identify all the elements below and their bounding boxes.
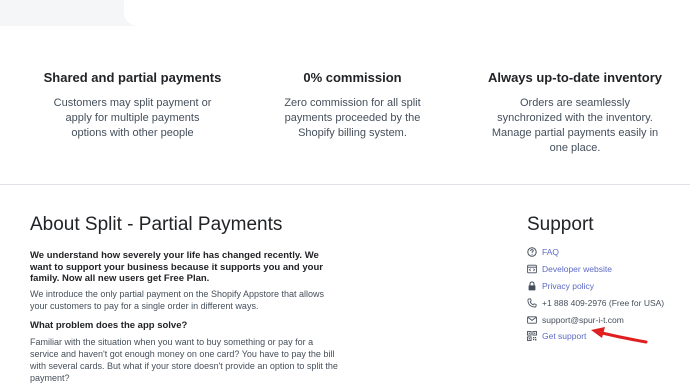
feature-line: apply for multiple payments <box>65 112 200 124</box>
feature-line: Shopify billing system. <box>298 127 407 139</box>
qr-code-icon <box>527 331 537 342</box>
phone-number: +1 888 409-2976 (Free for USA) <box>542 297 665 308</box>
feature-inventory: Always up-to-date inventory Orders are s… <box>470 70 680 156</box>
code-window-icon <box>527 264 537 274</box>
feature-line: Orders are seamlessly <box>519 97 631 109</box>
mail-icon <box>527 315 537 325</box>
top-strip-corner <box>0 0 124 26</box>
support-item-phone: +1 888 409-2976 (Free for USA) <box>527 294 664 311</box>
about-paragraph: We introduce the only partial payment on… <box>30 289 325 311</box>
developer-website-link[interactable]: Developer website <box>542 264 612 274</box>
feature-title: Always up-to-date inventory <box>487 70 663 85</box>
top-strip <box>0 0 690 26</box>
feature-line: Zero commission for all split <box>284 97 421 109</box>
feature-shared-payments: Shared and partial payments Customers ma… <box>30 70 235 141</box>
feature-commission: 0% commission Zero commission for all sp… <box>250 70 455 141</box>
feature-description: Zero commission for all split payments p… <box>250 96 455 141</box>
about-question: What problem does the app solve? <box>30 320 188 331</box>
feature-line: synchronized with the inventory. <box>497 112 653 124</box>
support-item-developer[interactable]: Developer website <box>527 261 664 278</box>
feature-line: Customers may split payment or <box>53 97 212 109</box>
question-circle-icon <box>527 247 537 258</box>
support-item-privacy[interactable]: Privacy policy <box>527 278 664 295</box>
phone-icon <box>527 298 537 308</box>
section-divider <box>0 184 690 185</box>
feature-description: Customers may split payment or apply for… <box>30 96 235 141</box>
feature-description: Orders are seamlessly synchronized with … <box>470 96 680 156</box>
feature-line: payments proceeded by the <box>284 112 421 124</box>
support-title: Support <box>527 214 594 235</box>
about-paragraph-2: Familiar with the situation when you wan… <box>30 337 338 383</box>
red-arrow-annotation <box>591 327 648 344</box>
about-title: About Split - Partial Payments <box>30 214 283 235</box>
feature-line: Manage partial payments easily in <box>491 127 659 139</box>
feature-title: Shared and partial payments <box>43 70 222 85</box>
lock-icon <box>527 281 537 291</box>
top-strip-white <box>124 0 690 26</box>
faq-link[interactable]: FAQ <box>542 247 559 257</box>
support-item-faq[interactable]: FAQ <box>527 244 664 261</box>
feature-line: one place. <box>549 142 601 154</box>
about-intro: We understand how severely your life has… <box>30 250 323 284</box>
feature-title: 0% commission <box>303 70 402 85</box>
feature-line: options with other people <box>71 127 194 139</box>
get-support-link[interactable]: Get support <box>542 331 586 341</box>
privacy-policy-link[interactable]: Privacy policy <box>542 281 594 291</box>
